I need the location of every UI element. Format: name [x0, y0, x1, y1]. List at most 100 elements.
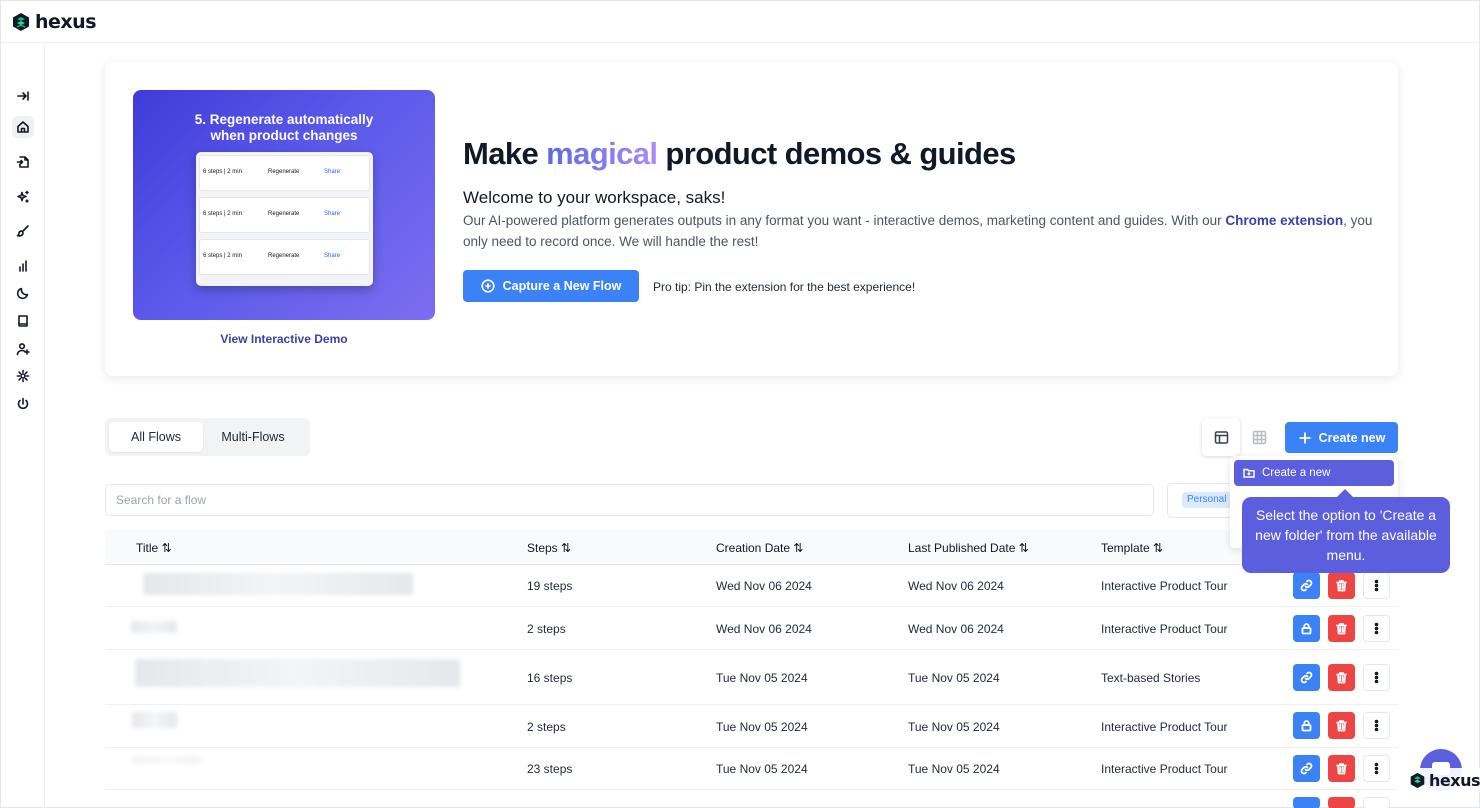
steps-cell: 2 steps: [527, 720, 566, 734]
tab-multi-flows[interactable]: Multi-Flows: [205, 422, 301, 452]
flow-tabs: All Flows Multi-Flows: [105, 418, 310, 456]
welcome-message: Welcome to your workspace, saks!: [463, 188, 726, 207]
template-cell: Interactive Product Tour: [1101, 579, 1228, 593]
chrome-extension-link[interactable]: Chrome extension: [1225, 213, 1343, 228]
more-vertical-icon: [1374, 671, 1379, 684]
trash-icon: [1336, 763, 1347, 775]
access-locked-button[interactable]: [1293, 712, 1320, 739]
table-view-button[interactable]: [1202, 418, 1240, 456]
hexus-logo-icon: [13, 12, 29, 31]
sidebar-item-import[interactable]: [12, 151, 34, 173]
grid-view-icon: [1252, 430, 1266, 444]
create-new-folder-option[interactable]: Create a new: [1234, 460, 1394, 486]
more-options-button[interactable]: [1363, 572, 1390, 599]
creation-date-cell: Tue Nov 05 2024: [716, 762, 808, 776]
search-input[interactable]: [105, 484, 1154, 516]
column-header-creation-date[interactable]: Creation Date ⇅: [716, 541, 803, 555]
copy-link-button[interactable]: [1293, 755, 1320, 782]
table-row[interactable]: [105, 790, 1398, 808]
column-header-last-published-date[interactable]: Last Published Date ⇅: [908, 541, 1029, 555]
more-vertical-icon: [1374, 762, 1379, 775]
hero-description: Our AI-powered platform generates output…: [463, 213, 1373, 249]
published-date-cell: Tue Nov 05 2024: [908, 762, 1000, 776]
grid-view-button[interactable]: [1240, 418, 1278, 456]
link-icon: [1300, 671, 1313, 684]
trash-icon: [1336, 623, 1347, 635]
home-icon: [17, 121, 29, 133]
hexus-logo[interactable]: hexus: [11, 11, 97, 33]
arrow-right-bar-icon: [17, 91, 29, 101]
sidebar-item-collapse[interactable]: [12, 85, 34, 107]
table-row[interactable]: 16 steps Tue Nov 05 2024 Tue Nov 05 2024…: [105, 650, 1398, 705]
copy-link-button[interactable]: [1293, 664, 1320, 691]
creation-date-cell: Tue Nov 05 2024: [716, 720, 808, 734]
sidebar-item-ai[interactable]: [12, 186, 34, 208]
redacted-title: [135, 659, 460, 687]
view-interactive-demo-link[interactable]: View Interactive Demo: [133, 332, 435, 346]
plus-icon: [1299, 432, 1311, 443]
published-date-cell: Wed Nov 06 2024: [908, 579, 1004, 593]
column-header-template[interactable]: Template ⇅: [1101, 541, 1163, 555]
sidebar-item-docs[interactable]: [12, 310, 34, 332]
sidebar-item-analytics[interactable]: [12, 255, 34, 277]
more-options-button[interactable]: [1363, 755, 1390, 782]
published-date-cell: Tue Nov 05 2024: [908, 720, 1000, 734]
delete-button[interactable]: [1328, 664, 1355, 691]
delete-button[interactable]: [1328, 797, 1355, 808]
copy-link-button[interactable]: [1293, 797, 1320, 808]
table-row[interactable]: 2 steps Tue Nov 05 2024 Tue Nov 05 2024 …: [105, 705, 1398, 748]
redacted-title: [143, 573, 413, 595]
copy-link-button[interactable]: [1293, 572, 1320, 599]
delete-button[interactable]: [1328, 712, 1355, 739]
delete-button[interactable]: [1328, 572, 1355, 599]
sparkles-icon: [17, 190, 29, 203]
sidebar-item-theme[interactable]: [12, 282, 34, 304]
redacted-title: [131, 621, 177, 633]
more-options-button[interactable]: [1363, 712, 1390, 739]
capture-new-flow-button[interactable]: Capture a New Flow: [463, 270, 639, 302]
create-new-button[interactable]: Create new: [1285, 422, 1398, 453]
table-row[interactable]: 2 steps Wed Nov 06 2024 Wed Nov 06 2024 …: [105, 607, 1398, 650]
sidebar-item-logout[interactable]: [12, 393, 34, 415]
steps-cell: 19 steps: [527, 579, 573, 593]
guide-tooltip: Select the option to 'Create a new folde…: [1242, 489, 1450, 573]
more-options-button[interactable]: [1363, 797, 1390, 808]
bar-chart-icon: [19, 260, 27, 272]
sidebar-item-settings[interactable]: [12, 365, 34, 387]
access-locked-button[interactable]: [1293, 615, 1320, 642]
template-cell: Interactive Product Tour: [1101, 720, 1228, 734]
plus-circle-icon: [481, 279, 495, 293]
lock-icon: [1301, 623, 1312, 635]
more-options-button[interactable]: [1363, 664, 1390, 691]
trash-icon: [1336, 580, 1347, 592]
sidebar-item-brush[interactable]: [12, 220, 34, 242]
more-vertical-icon: [1374, 719, 1379, 732]
more-options-button[interactable]: [1363, 615, 1390, 642]
view-toggle: [1202, 418, 1278, 456]
column-header-title[interactable]: Title ⇅: [136, 541, 172, 555]
sidebar: [1, 43, 45, 808]
hexus-watermark: hexus: [1405, 768, 1480, 792]
file-import-icon: [16, 156, 29, 168]
delete-button[interactable]: [1328, 755, 1355, 782]
table-row[interactable]: 19 steps Wed Nov 06 2024 Wed Nov 06 2024…: [105, 565, 1398, 607]
sidebar-item-invite[interactable]: [12, 338, 34, 360]
table-row[interactable]: 23 steps Tue Nov 05 2024 Tue Nov 05 2024…: [105, 748, 1398, 790]
redacted-title: [131, 756, 201, 764]
published-date-cell: Tue Nov 05 2024: [908, 671, 1000, 685]
template-cell: Interactive Product Tour: [1101, 622, 1228, 636]
brush-icon: [16, 225, 29, 237]
tab-all-flows[interactable]: All Flows: [109, 422, 203, 452]
demo-thumbnail[interactable]: 5. Regenerate automatically when product…: [133, 90, 435, 320]
steps-cell: 16 steps: [527, 671, 573, 685]
lock-icon: [1301, 720, 1312, 732]
column-header-steps[interactable]: Steps ⇅: [527, 541, 571, 555]
user-plus-icon: [16, 343, 30, 356]
link-icon: [1300, 762, 1313, 775]
gear-icon: [16, 369, 30, 383]
hero-title: Make magical product demos & guides: [463, 136, 1016, 171]
sidebar-item-home[interactable]: [12, 116, 34, 138]
hexus-logo-icon: [1410, 772, 1425, 788]
template-cell: Interactive Product Tour: [1101, 762, 1228, 776]
delete-button[interactable]: [1328, 615, 1355, 642]
